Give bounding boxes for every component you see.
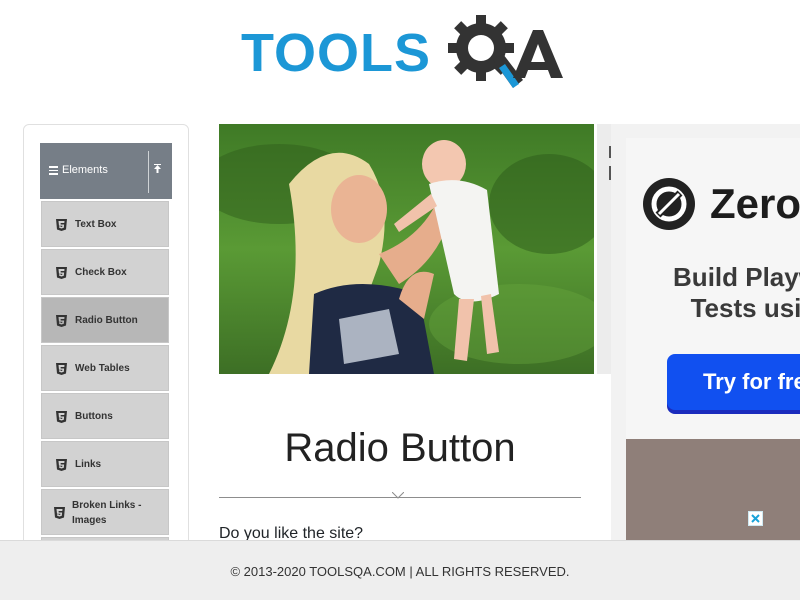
ad-headline-line2: Tests usi: [690, 293, 800, 323]
html5-icon: [56, 315, 67, 327]
ad-headline: Build Playw Tests usi: [626, 262, 800, 324]
menu-item-label: Buttons: [75, 411, 113, 422]
header-divider: [148, 151, 149, 193]
ad-placeholder-strip: [597, 124, 611, 374]
html5-icon: [56, 219, 67, 231]
menu-item-label: Check Box: [75, 267, 127, 278]
menu-item-check-box[interactable]: Check Box: [41, 249, 169, 295]
copyright-text: © 2013-2020 TOOLSQA.COM | ALL RIGHTS RES…: [230, 564, 570, 579]
group-title: Elements: [62, 164, 108, 176]
gear-q-icon: [448, 15, 523, 88]
menu-item-label: Broken Links - Images: [72, 500, 142, 526]
menu-item-links[interactable]: Links: [41, 441, 169, 487]
chevron-down-icon: [392, 492, 404, 499]
ad-banner[interactable]: Zero Build Playw Tests usi Try for fre: [626, 138, 800, 439]
html5-icon: [56, 459, 67, 471]
ad-brand-logo-icon: [643, 178, 695, 230]
html5-icon: [56, 267, 67, 279]
ad-headline-line1: Build Playw: [673, 262, 800, 292]
menu-item-label: Text Box: [75, 219, 117, 230]
photo-illustration: [219, 124, 594, 374]
menu-item-broken-links-images[interactable]: Broken Links - Images: [41, 489, 169, 535]
logo-wordmark: TOOLS: [241, 26, 431, 80]
site-header: TOOLS: [0, 0, 800, 100]
elements-menu-list: Text Box Check Box Radio Button Web Tabl…: [41, 201, 169, 547]
logo-a-glyph: [513, 30, 563, 78]
logo-a-letter: [513, 26, 563, 88]
menu-item-radio-button[interactable]: Radio Button: [41, 297, 169, 343]
html5-icon: [56, 411, 67, 423]
page-title: Radio Button: [284, 426, 516, 470]
menu-item-label: Links: [75, 459, 102, 470]
collapse-up-icon[interactable]: [153, 164, 162, 177]
ad-cta-button[interactable]: Try for fre: [667, 354, 800, 410]
ad-brand-name: Zero: [710, 180, 800, 227]
menu-item-text-box[interactable]: Text Box: [41, 201, 169, 247]
toolsqa-logo[interactable]: TOOLS: [241, 14, 571, 92]
advertisement-panel[interactable]: Zero Build Playw Tests usi Try for fre: [611, 124, 800, 540]
left-navigation-panel: Elements Text Box Check Box Radio Button…: [23, 124, 189, 564]
menu-item-web-tables[interactable]: Web Tables: [41, 345, 169, 391]
html5-icon: [56, 363, 67, 375]
menu-item-label: Radio Button: [75, 315, 138, 326]
menu-item-buttons[interactable]: Buttons: [41, 393, 169, 439]
hero-photo: [219, 124, 594, 374]
site-footer: © 2013-2020 TOOLSQA.COM | ALL RIGHTS RES…: [0, 540, 800, 600]
logo-tools-text: TOOLS: [241, 23, 432, 83]
ad-image-panel: [626, 439, 800, 540]
close-x-icon[interactable]: [748, 511, 763, 526]
menu-item-label: Web Tables: [75, 363, 130, 374]
ad-cta-label: Try for fre: [703, 369, 800, 394]
hamburger-icon: [49, 166, 58, 175]
elements-group-header[interactable]: Elements: [40, 143, 172, 199]
html5-icon: [54, 507, 65, 519]
